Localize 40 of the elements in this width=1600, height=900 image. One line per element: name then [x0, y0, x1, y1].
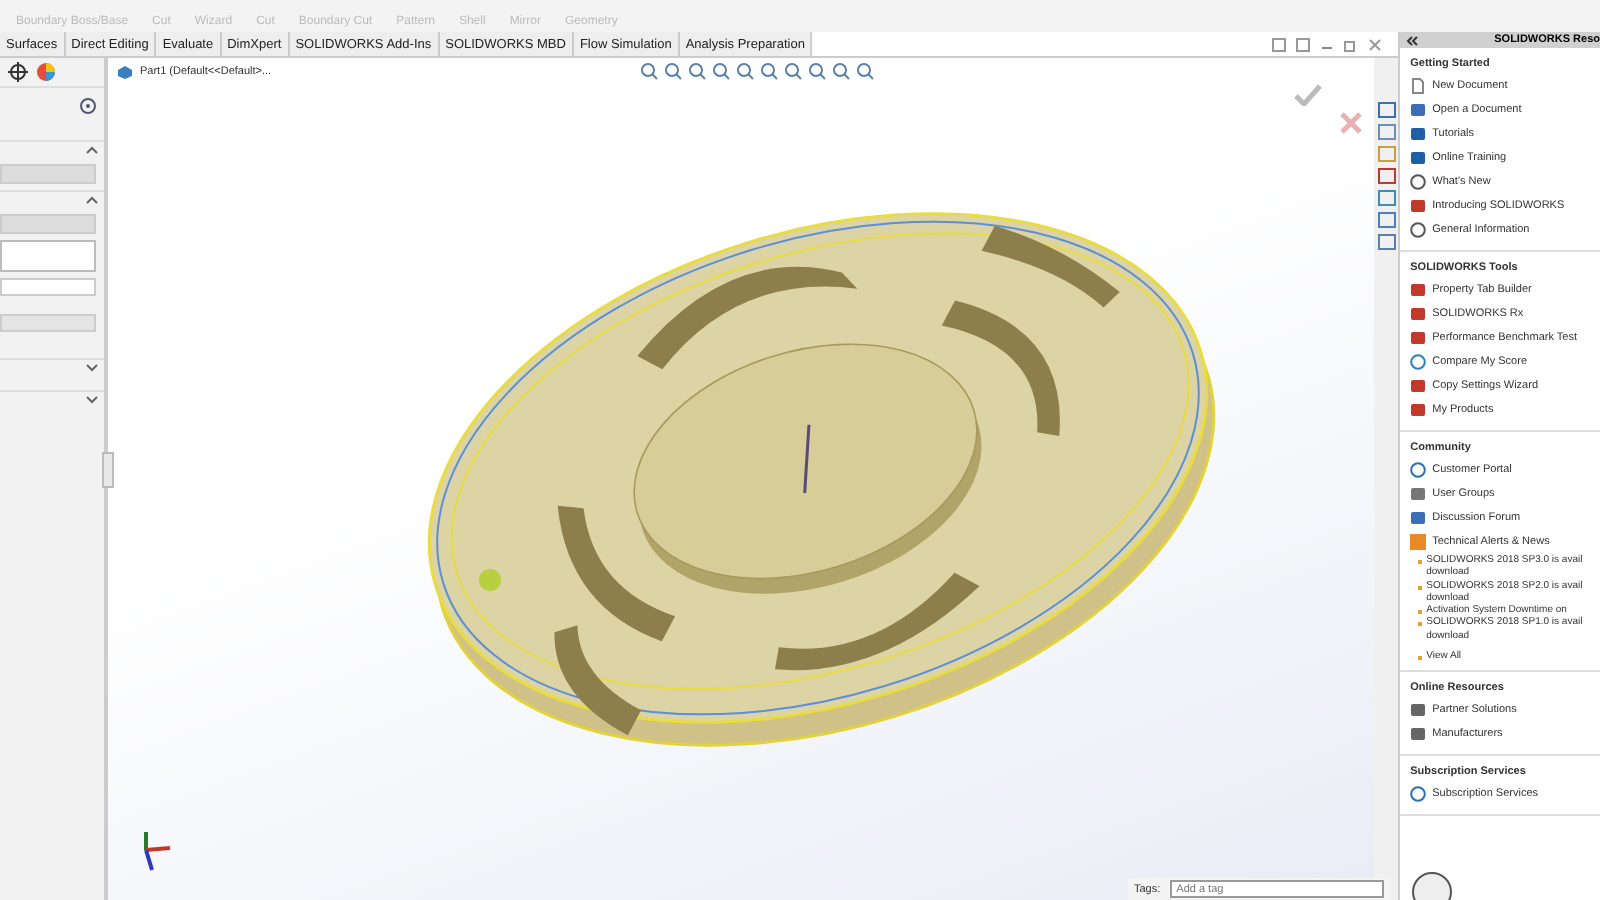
expand-caret-icon[interactable] [86, 396, 98, 404]
avatar-circle [1412, 872, 1453, 900]
close-icon[interactable] [1368, 37, 1383, 51]
restore-icon[interactable] [1344, 37, 1359, 51]
view-tool-icon[interactable] [664, 62, 683, 80]
panel-splitter-handle[interactable] [102, 452, 114, 488]
bullet-icon [1418, 656, 1423, 661]
view-tool-icon[interactable] [688, 62, 707, 80]
view-tool-icon[interactable] [736, 62, 755, 80]
view-tool-icon[interactable] [832, 62, 851, 80]
document-icon [1410, 78, 1427, 94]
view-tool-icon[interactable] [784, 62, 803, 80]
view-tool-icon[interactable] [760, 62, 779, 80]
collapse-caret-icon[interactable] [86, 196, 98, 204]
help-icon[interactable] [80, 98, 96, 114]
part-icon [116, 63, 134, 79]
cursor-dot-icon [478, 568, 502, 592]
view-tool-icon[interactable] [856, 62, 875, 80]
view-tool-icon[interactable] [640, 62, 659, 80]
collapse-caret-icon[interactable] [86, 146, 98, 154]
info-icon [1410, 174, 1427, 190]
view-tool-icon[interactable] [808, 62, 827, 80]
dropdown-field[interactable] [0, 214, 96, 234]
color-wheel-icon[interactable] [36, 62, 56, 82]
collapse-chevron-icon[interactable] [1406, 35, 1419, 45]
tile-left-icon[interactable] [1272, 37, 1287, 51]
expand-caret-icon[interactable] [86, 364, 98, 372]
view-tool-icon[interactable] [712, 62, 731, 80]
checkmark-icon[interactable] [1294, 84, 1322, 106]
spinner-field[interactable] [0, 314, 96, 332]
bullet-icon [1418, 585, 1423, 590]
spinner-field[interactable] [0, 278, 96, 296]
crosshair-icon[interactable] [8, 62, 28, 82]
rss-icon [1410, 534, 1427, 550]
tile-right-icon[interactable] [1296, 37, 1311, 51]
input-field[interactable] [0, 240, 96, 272]
info-icon [1410, 222, 1427, 238]
bullet-icon [1418, 622, 1423, 627]
bullet-icon [1418, 610, 1423, 615]
dropdown-field[interactable] [0, 164, 96, 184]
